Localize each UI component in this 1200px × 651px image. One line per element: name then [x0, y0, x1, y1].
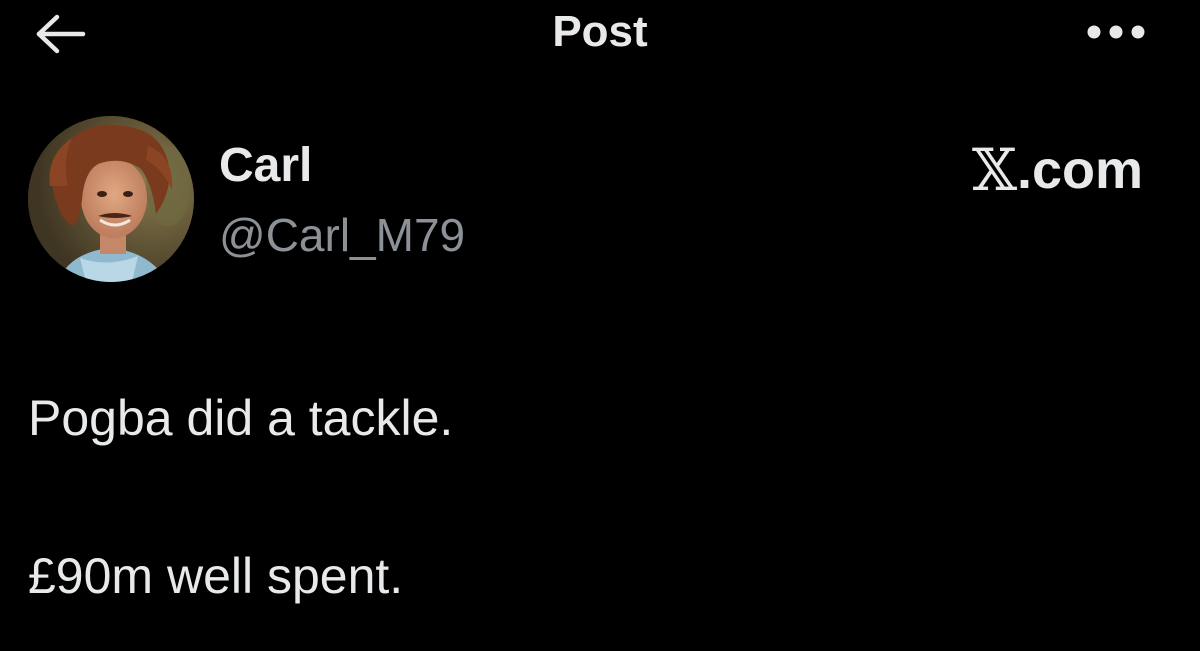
top-app-bar: Post: [0, 0, 1200, 70]
author-display-name[interactable]: Carl: [219, 138, 312, 194]
author-handle[interactable]: @Carl_M79: [219, 208, 465, 262]
profile-photo: [28, 116, 194, 282]
back-button[interactable]: [28, 8, 92, 60]
post-text-line: £90m well spent.: [28, 548, 404, 604]
x-com-watermark: 𝕏 .com: [972, 140, 1143, 200]
watermark-domain: .com: [1016, 140, 1143, 200]
arrow-left-icon: [36, 14, 86, 54]
x-logo-icon: 𝕏: [971, 136, 1017, 204]
page-title: Post: [552, 7, 648, 56]
post-text-line: Pogba did a tackle.: [28, 390, 454, 446]
post-text: Pogba did a tackle. £90m well spent.: [28, 384, 1168, 610]
avatar[interactable]: [28, 116, 194, 282]
more-options-button[interactable]: [1080, 10, 1152, 54]
more-horizontal-icon: [1087, 25, 1145, 39]
